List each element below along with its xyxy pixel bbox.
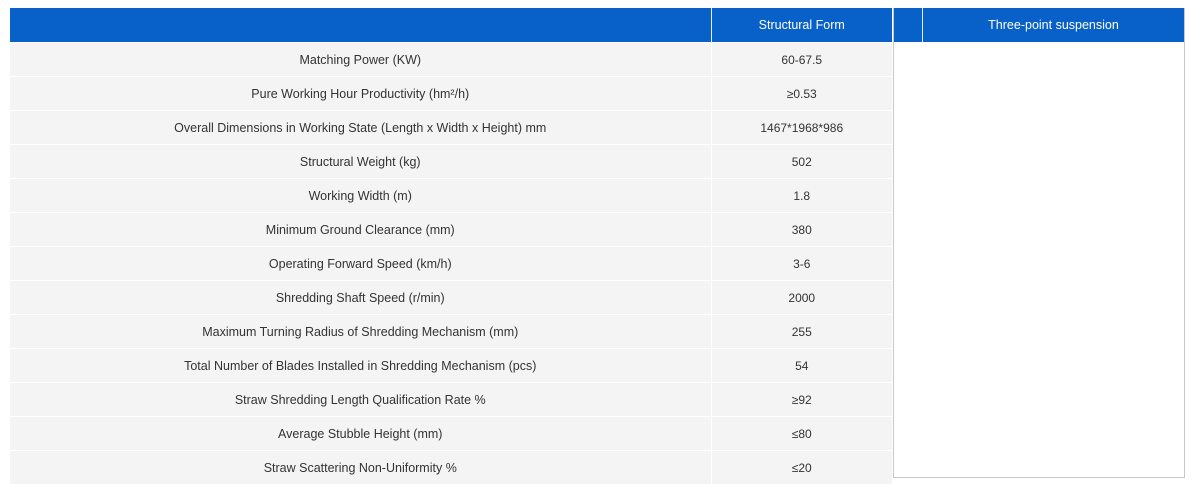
param-cell: Maximum Turning Radius of Shredding Mech…	[10, 314, 712, 349]
param-cell: Structural Weight (kg)	[10, 144, 712, 179]
param-cell: Matching Power (KW)	[10, 42, 712, 77]
value-cell: 3-6	[711, 246, 892, 281]
spec-table: Structural Form Matching Power (KW) 60-6…	[10, 8, 892, 484]
param-cell: Straw Scattering Non-Uniformity %	[10, 450, 712, 484]
param-cell: Operating Forward Speed (km/h)	[10, 246, 712, 281]
suspension-panel: Three-point suspension	[893, 8, 1185, 478]
value-cell: ≥0.53	[711, 76, 892, 111]
param-cell: Total Number of Blades Installed in Shre…	[10, 348, 712, 383]
param-cell: Pure Working Hour Productivity (hm²/h)	[10, 76, 712, 111]
value-cell: ≥92	[711, 382, 892, 417]
suspension-title: Three-point suspension	[988, 18, 1119, 32]
value-cell: ≤20	[711, 450, 892, 484]
param-cell: Minimum Ground Clearance (mm)	[10, 212, 712, 247]
table-row: Pure Working Hour Productivity (hm²/h) ≥…	[10, 76, 892, 111]
spec-table-header-row: Structural Form	[10, 8, 892, 43]
value-cell: 502	[711, 144, 892, 179]
structural-form-header: Structural Form	[711, 8, 892, 43]
table-row: Straw Shredding Length Qualification Rat…	[10, 382, 892, 417]
param-cell: Working Width (m)	[10, 178, 712, 213]
value-cell: 60-67.5	[711, 42, 892, 77]
table-row: Matching Power (KW) 60-67.5	[10, 42, 892, 77]
value-cell: ≤80	[711, 416, 892, 451]
value-cell: 2000	[711, 280, 892, 315]
table-row: Total Number of Blades Installed in Shre…	[10, 348, 892, 383]
table-row: Overall Dimensions in Working State (Len…	[10, 110, 892, 145]
value-cell: 54	[711, 348, 892, 383]
table-row: Minimum Ground Clearance (mm) 380	[10, 212, 892, 247]
param-cell: Shredding Shaft Speed (r/min)	[10, 280, 712, 315]
table-row: Average Stubble Height (mm) ≤80	[10, 416, 892, 451]
suspension-header: Three-point suspension	[894, 8, 1184, 42]
param-cell: Overall Dimensions in Working State (Len…	[10, 110, 712, 145]
value-cell: 380	[711, 212, 892, 247]
value-cell: 1467*1968*986	[711, 110, 892, 145]
table-row: Shredding Shaft Speed (r/min) 2000	[10, 280, 892, 315]
param-cell: Straw Shredding Length Qualification Rat…	[10, 382, 712, 417]
table-row: Operating Forward Speed (km/h) 3-6	[10, 246, 892, 281]
param-cell: Average Stubble Height (mm)	[10, 416, 712, 451]
table-row: Structural Weight (kg) 502	[10, 144, 892, 179]
table-row: Straw Scattering Non-Uniformity % ≤20	[10, 450, 892, 484]
value-cell: 255	[711, 314, 892, 349]
table-row: Working Width (m) 1.8	[10, 178, 892, 213]
param-column-header	[10, 8, 712, 43]
value-cell: 1.8	[711, 178, 892, 213]
table-row: Maximum Turning Radius of Shredding Mech…	[10, 314, 892, 349]
suspension-header-spacer	[894, 8, 923, 42]
